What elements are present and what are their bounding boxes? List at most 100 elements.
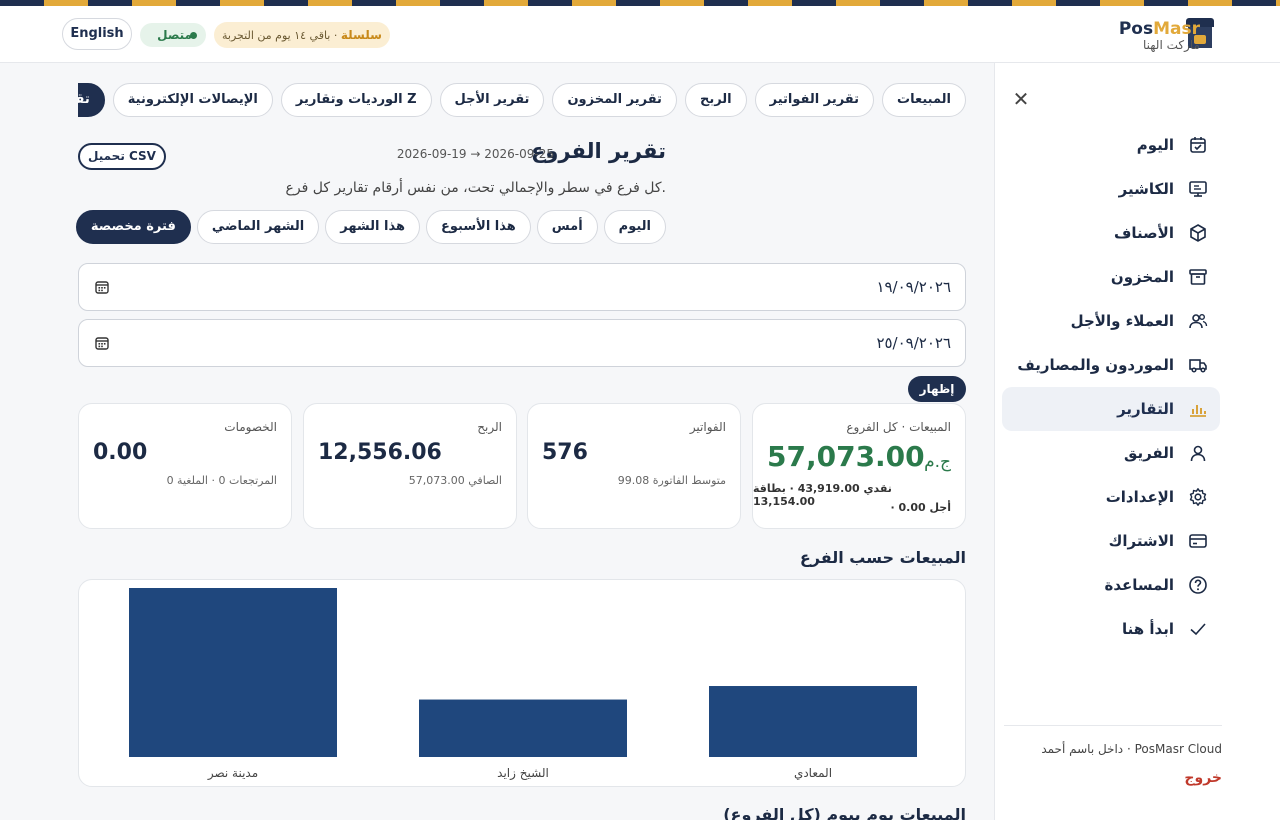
online-status-badge: متصل bbox=[140, 23, 206, 47]
sidebar-item-label: الاشتراك bbox=[1108, 532, 1174, 550]
main-content: المبيعات تقرير الفواتير الربح تقرير المخزون… bbox=[0, 63, 994, 820]
date-to-field[interactable]: ٢٥/٠٩/٢٠٢٦ bbox=[78, 319, 966, 367]
date-from-field[interactable]: ١٩/٠٩/٢٠٢٦ bbox=[78, 263, 966, 311]
truck-icon bbox=[1189, 359, 1207, 373]
calendar-check-icon bbox=[1190, 137, 1206, 153]
bar-0 bbox=[129, 588, 337, 757]
signed-in-as: داخل باسم أحمد · PosMasr Cloud bbox=[1041, 742, 1222, 756]
date-range-label: 2026-09-19 → 2026-09-25 bbox=[396, 147, 554, 161]
period-option[interactable]: هذا الشهر bbox=[325, 210, 421, 244]
sidebar-item[interactable]: ابدأ هنا bbox=[1002, 607, 1220, 651]
report-tab[interactable]: تقرير المخزون bbox=[552, 83, 677, 117]
sidebar-item[interactable]: الفريق bbox=[1002, 431, 1220, 475]
bar-label: المعادي bbox=[794, 766, 832, 780]
sidebar-item-label: الكاشير bbox=[1118, 180, 1174, 198]
sidebar-item[interactable]: التقارير bbox=[1002, 387, 1220, 431]
sidebar-item[interactable]: الكاشير bbox=[1002, 167, 1220, 211]
profit-card: الربح 12,556.06 الصافي 57,073.00 bbox=[303, 403, 517, 529]
date-to-value: ٢٥/٠٩/٢٠٢٦ bbox=[876, 334, 951, 352]
invoices-card: الفواتير 576 متوسط الفاتورة 99.08 bbox=[527, 403, 741, 529]
invoices-card-label: الفواتير bbox=[689, 420, 726, 434]
report-tab[interactable]: تقرير الفروع bbox=[78, 83, 105, 117]
bar-label: الشيخ زايد bbox=[497, 766, 549, 781]
sales-card: المبيعات · كل الفروع ج.م 57,073.00 نقدي … bbox=[752, 403, 966, 529]
sidebar-item[interactable]: الإعدادات bbox=[1002, 475, 1220, 519]
box-icon bbox=[1190, 224, 1206, 242]
sidebar-nav: اليوم الكاشير الأصناف المخزون العملاء والأجل… bbox=[1002, 123, 1222, 651]
page-subtitle: كل فرع في سطر والإجمالي تحت، من نفس أرقا… bbox=[285, 180, 666, 196]
sales-by-branch-title: المبيعات حسب الفرع bbox=[799, 548, 966, 567]
download-csv-button[interactable]: تحميل CSV bbox=[78, 143, 166, 170]
sidebar-item-label: المساعدة bbox=[1104, 576, 1175, 594]
date-from-value: ١٩/٠٩/٢٠٢٦ bbox=[876, 278, 951, 296]
check-icon bbox=[1190, 623, 1206, 636]
bar-2 bbox=[709, 686, 917, 757]
period-option[interactable]: أمس bbox=[536, 210, 598, 244]
sidebar-item[interactable]: الأصناف bbox=[1002, 211, 1220, 255]
report-tab[interactable]: الإيصالات الإلكترونية bbox=[112, 83, 273, 117]
period-option[interactable]: هذا الأسبوع bbox=[426, 210, 531, 244]
sidebar-item-label: اليوم bbox=[1136, 136, 1174, 154]
sidebar-footer: داخل باسم أحمد · PosMasr Cloud خروج bbox=[1004, 725, 1222, 786]
invoices-count: 576 bbox=[542, 440, 588, 465]
sidebar-item-label: التقارير bbox=[1117, 400, 1174, 418]
profit-value: 12,556.06 bbox=[318, 440, 442, 465]
daily-sales-title: المبيعات يوم بيوم (كل الفروع) bbox=[723, 805, 966, 820]
show-button[interactable]: إظهار bbox=[908, 376, 966, 402]
sidebar-item[interactable]: العملاء والأجل bbox=[1002, 299, 1220, 343]
calendar-icon[interactable] bbox=[95, 336, 109, 350]
report-tab[interactable]: تقرير الأجل bbox=[439, 83, 545, 117]
report-tab[interactable]: الورديات وتقارير Z bbox=[280, 83, 432, 117]
sales-by-branch-chart: مدينة نصر الشيخ زايد المعادي bbox=[78, 579, 966, 787]
brand-name: PosMasr bbox=[1118, 19, 1200, 39]
report-tab[interactable]: تقرير الفواتير bbox=[754, 83, 875, 117]
bar-chart: مدينة نصر الشيخ زايد المعادي bbox=[129, 588, 917, 781]
bar-label: مدينة نصر bbox=[207, 766, 258, 781]
logout-link[interactable]: خروج bbox=[1004, 770, 1222, 786]
sidebar: ✕ اليوم الكاشير الأصناف المخزون العملاء والأ… bbox=[994, 63, 1280, 820]
net-value: الصافي 57,073.00 bbox=[408, 474, 502, 487]
calendar-icon[interactable] bbox=[95, 280, 109, 294]
period-selector: اليوم أمس هذا الأسبوع هذا الشهر الشهر الماضي… bbox=[75, 210, 666, 244]
sales-card-label: المبيعات · كل الفروع bbox=[846, 420, 951, 434]
sidebar-item-label: الأصناف bbox=[1114, 224, 1174, 242]
help-circle-icon bbox=[1189, 576, 1207, 594]
monitor-icon bbox=[1189, 181, 1207, 197]
sidebar-item[interactable]: الاشتراك bbox=[1002, 519, 1220, 563]
report-tabs: المبيعات تقرير الفواتير الربح تقرير المخزون… bbox=[78, 83, 966, 119]
discounts-card-label: الخصومات bbox=[224, 420, 277, 434]
bar-1 bbox=[419, 699, 627, 757]
returns-cancelled: المرتجعات 0 · الملغية 0 bbox=[166, 474, 277, 487]
bar-chart-icon bbox=[1190, 405, 1206, 417]
close-icon[interactable]: ✕ bbox=[1011, 87, 1031, 111]
sidebar-item-label: العملاء والأجل bbox=[1070, 312, 1174, 330]
sidebar-item[interactable]: المخزون bbox=[1002, 255, 1220, 299]
report-tab[interactable]: الربح bbox=[684, 83, 747, 117]
language-button[interactable]: English bbox=[62, 18, 132, 50]
sidebar-item[interactable]: المساعدة bbox=[1002, 563, 1220, 607]
trial-badge: سلسلة · باقي ١٤ يوم من التجربة bbox=[214, 22, 390, 48]
top-bar: PosMasr ماركت الهنا English متصل سلسلة ·… bbox=[0, 6, 1280, 63]
currency-label: ج.م bbox=[924, 452, 951, 472]
credit-card-icon bbox=[1189, 534, 1207, 548]
sidebar-item-label: الفريق bbox=[1123, 444, 1174, 462]
sidebar-item-label: المخزون bbox=[1110, 268, 1174, 286]
gear-icon bbox=[1189, 488, 1207, 506]
report-tab[interactable]: المبيعات bbox=[882, 83, 966, 117]
user-icon bbox=[1190, 445, 1206, 462]
credit-breakdown: · أجل 0.00 bbox=[890, 501, 951, 514]
archive-icon bbox=[1189, 269, 1207, 285]
sidebar-item-label: الموردون والمصاريف bbox=[1017, 356, 1174, 374]
period-option[interactable]: اليوم bbox=[603, 210, 666, 244]
sidebar-item[interactable]: اليوم bbox=[1002, 123, 1220, 167]
sidebar-item-label: الإعدادات bbox=[1105, 488, 1174, 506]
discounts-card: الخصومات 0.00 المرتجعات 0 · الملغية 0 bbox=[78, 403, 292, 529]
store-name: ماركت الهنا bbox=[1143, 38, 1200, 52]
period-option[interactable]: الشهر الماضي bbox=[196, 210, 320, 244]
discounts-value: 0.00 bbox=[93, 440, 148, 465]
sidebar-item[interactable]: الموردون والمصاريف bbox=[1002, 343, 1220, 387]
sidebar-item-label: ابدأ هنا bbox=[1122, 620, 1174, 638]
brand: PosMasr ماركت الهنا bbox=[1119, 20, 1200, 52]
period-option[interactable]: فترة مخصصة bbox=[75, 210, 191, 244]
users-icon bbox=[1189, 314, 1208, 329]
